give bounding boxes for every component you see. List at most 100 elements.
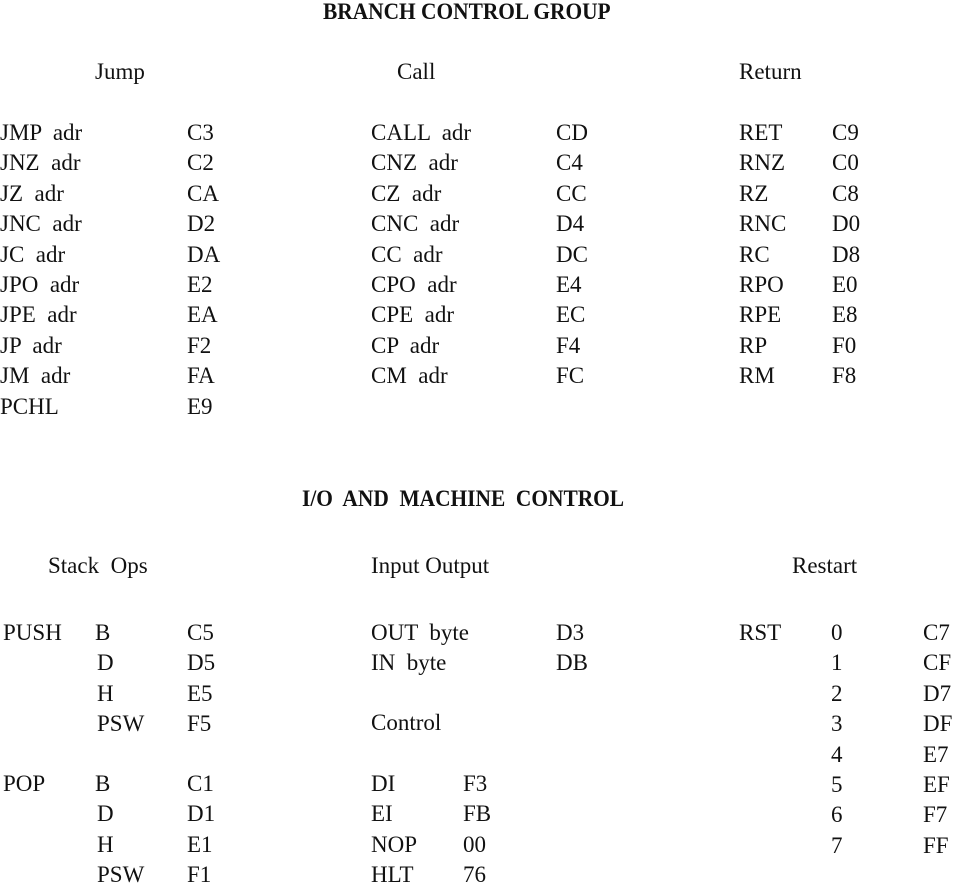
return-instruction: RC <box>739 241 770 267</box>
pop-opcode: E1 <box>187 831 213 857</box>
io-machine-control-title: I/O AND MACHINE CONTROL <box>302 486 625 511</box>
io-opcode: D3 <box>556 620 585 645</box>
jump-opcode: EA <box>187 302 218 328</box>
jump-instruction: JNZ adr <box>0 150 81 176</box>
restart-opcode: DF <box>923 711 953 737</box>
control-instruction: EI <box>371 801 393 827</box>
push-register: H <box>97 680 114 706</box>
restart-number: 0 <box>831 620 843 645</box>
push-opcode: D5 <box>187 650 216 676</box>
jump-instruction: JM adr <box>0 363 71 389</box>
control-opcode: F3 <box>463 771 488 796</box>
return-instruction: RPE <box>739 302 782 328</box>
control-label: Control <box>371 710 442 735</box>
jump-opcode: C2 <box>187 150 214 176</box>
jump-opcode: E2 <box>187 272 213 297</box>
call-instruction: CZ adr <box>371 180 442 206</box>
pop-mnemonic: POP <box>3 771 46 796</box>
return-opcode: F0 <box>832 332 857 358</box>
restart-opcode: F7 <box>923 802 948 828</box>
pop-register: B <box>95 771 111 796</box>
pop-register: PSW <box>97 862 145 888</box>
pop-opcode: F1 <box>187 862 212 888</box>
input-output-header: Input Output <box>371 553 490 578</box>
restart-header: Restart <box>792 553 858 578</box>
restart-number: 3 <box>831 711 843 737</box>
jump-instruction: JPO adr <box>0 272 80 297</box>
control-opcode: 00 <box>463 831 486 857</box>
call-opcode: D4 <box>556 211 585 237</box>
jump-opcode: DA <box>187 241 221 267</box>
jump-instruction: JZ adr <box>0 180 64 206</box>
call-opcode: FC <box>556 363 585 389</box>
return-instruction: RM <box>739 363 775 389</box>
pop-opcode: C1 <box>187 771 214 796</box>
return-instruction: RP <box>739 332 768 358</box>
push-register: D <box>97 650 114 676</box>
io-instruction: OUT byte <box>371 620 469 645</box>
call-opcode: E4 <box>556 272 582 297</box>
control-opcode: 76 <box>463 862 486 888</box>
return-opcode: D8 <box>832 241 861 267</box>
return-opcode: E0 <box>832 272 858 297</box>
restart-opcode: D7 <box>923 680 952 706</box>
call-header: Call <box>397 59 436 84</box>
push-opcode: C5 <box>187 620 214 645</box>
restart-number: 1 <box>831 650 843 676</box>
return-opcode: C0 <box>832 150 859 176</box>
jump-instruction: JNC adr <box>0 211 82 237</box>
call-instruction: CC adr <box>371 241 443 267</box>
call-instruction: CALL adr <box>371 120 472 145</box>
restart-mnemonic: RST <box>739 620 782 645</box>
return-instruction: RET <box>739 120 783 145</box>
jump-opcode: CA <box>187 180 219 206</box>
jump-header: Jump <box>95 59 145 84</box>
jump-instruction: JPE adr <box>0 302 77 328</box>
push-opcode: E5 <box>187 680 213 706</box>
control-instruction: HLT <box>371 862 414 888</box>
call-opcode: DC <box>556 241 588 267</box>
jump-opcode: E9 <box>187 393 213 419</box>
return-instruction: RPO <box>739 272 784 297</box>
stack-ops-header: Stack Ops <box>48 553 148 578</box>
restart-number: 6 <box>831 802 843 828</box>
jump-opcode: D2 <box>187 211 216 237</box>
push-register: PSW <box>97 711 145 737</box>
jump-instruction: PCHL <box>0 393 59 419</box>
return-instruction: RZ <box>739 180 769 206</box>
call-opcode: CC <box>556 180 587 206</box>
jump-instruction: JP adr <box>0 332 62 358</box>
restart-opcode: EF <box>923 772 950 797</box>
control-instruction: DI <box>371 771 396 796</box>
push-register: B <box>95 620 111 645</box>
return-opcode: C8 <box>832 180 859 206</box>
call-opcode: EC <box>556 302 586 328</box>
call-opcode: C4 <box>556 150 583 176</box>
return-instruction: RNC <box>739 211 787 237</box>
call-instruction: CP adr <box>371 332 440 358</box>
pop-opcode: D1 <box>187 801 216 827</box>
push-mnemonic: PUSH <box>3 620 62 645</box>
restart-opcode: FF <box>923 832 949 858</box>
return-instruction: RNZ <box>739 150 785 176</box>
return-opcode: E8 <box>832 302 858 328</box>
pop-register: H <box>97 831 114 857</box>
restart-opcode: CF <box>923 650 952 676</box>
call-instruction: CPO adr <box>371 272 457 297</box>
io-instruction: IN byte <box>371 650 447 676</box>
branch-control-title: BRANCH CONTROL GROUP <box>323 0 611 24</box>
control-instruction: NOP <box>371 831 418 857</box>
control-opcode: FB <box>463 801 492 827</box>
call-opcode: CD <box>556 120 588 145</box>
jump-opcode: F2 <box>187 332 212 358</box>
call-instruction: CNC adr <box>371 211 460 237</box>
jump-opcode: C3 <box>187 120 214 145</box>
restart-number: 7 <box>831 832 843 858</box>
return-opcode: C9 <box>832 120 859 145</box>
return-header: Return <box>739 59 802 84</box>
restart-number: 4 <box>831 741 843 767</box>
restart-number: 2 <box>831 680 843 706</box>
jump-opcode: FA <box>187 363 215 389</box>
call-opcode: F4 <box>556 332 581 358</box>
call-instruction: CPE adr <box>371 302 455 328</box>
